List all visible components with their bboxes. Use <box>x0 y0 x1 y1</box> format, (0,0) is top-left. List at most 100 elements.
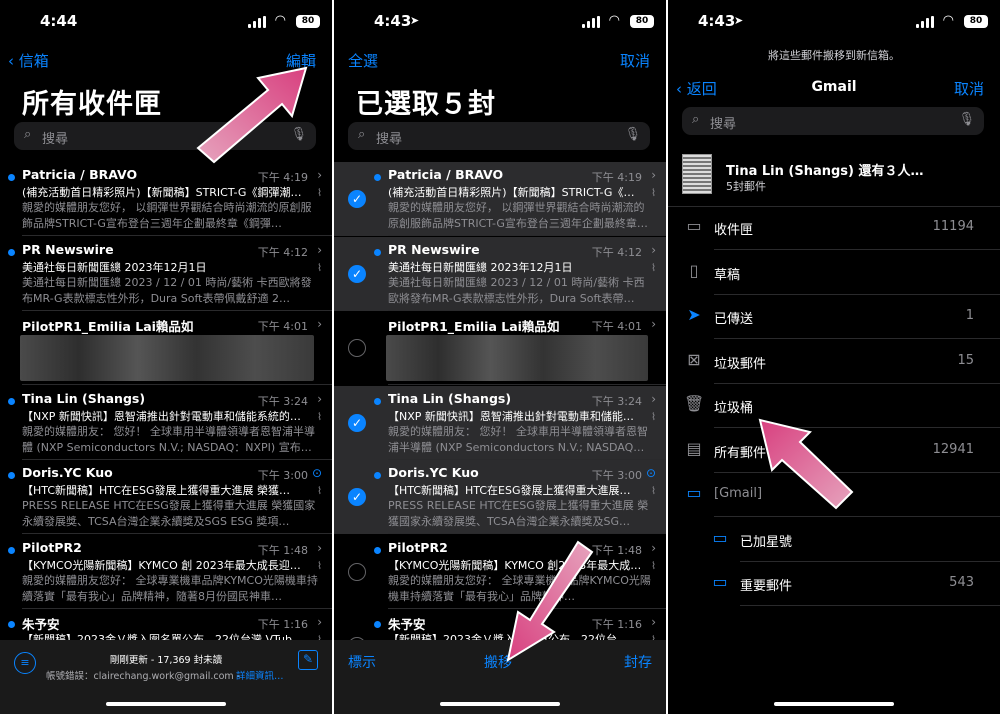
thread-from: Tina Lin (Shangs) 還有３人… <box>726 164 924 179</box>
junk-icon: ⊠ <box>687 349 701 369</box>
mail-row[interactable]: PilotPR2 下午 1:48 › 【KYMCO光陽新聞稿】KYMCO 創2023年… <box>334 535 666 609</box>
mark-button[interactable]: 標示 <box>348 652 376 672</box>
move-button[interactable]: 搬移 <box>484 652 512 672</box>
folder-item[interactable]: ▭ 已加星號 <box>668 518 1000 562</box>
mail-subject: 【NXP 新聞快訊】恩智浦推出針對電動車和儲能… <box>388 409 634 423</box>
checkmark-icon[interactable]: ✓ <box>348 190 366 208</box>
compose-icon[interactable]: ✎ <box>298 650 318 670</box>
details-link[interactable]: 詳細資訊… <box>236 668 284 682</box>
chevron-right-icon: › <box>651 242 656 257</box>
panel-inbox: 4:44 ◠ 80 ‹ 信箱 編輯 所有收件匣 ⌕ 搜尋 🎙 Patricia … <box>0 0 332 714</box>
folder-item[interactable]: ⊠ 垃圾郵件 15 <box>668 340 1000 384</box>
mail-sender: Doris.YC Kuo <box>22 465 113 480</box>
mail-sender: Doris.YC Kuo <box>388 465 479 480</box>
chevron-right-icon: › <box>651 391 656 406</box>
mail-row[interactable]: PilotPR1_Emilia Lai賴品如 下午 4:01 › <box>0 311 332 385</box>
mail-row[interactable]: ✓ Patricia / BRAVO 下午 4:19 › (補充活動首日精彩照片)【新聞… <box>334 162 666 236</box>
location-icon: ➤ <box>410 14 420 27</box>
mail-sender: PilotPR1_Emilia Lai賴品如 <box>22 319 194 334</box>
unread-dot <box>8 621 15 628</box>
chevron-right-icon: › <box>651 168 656 182</box>
battery-icon: 80 <box>964 15 988 28</box>
account-error: 帳號錯誤：clairechang.work@gmail.com - <box>46 671 241 682</box>
folder-item[interactable]: ➤ 已傳送 1 <box>668 295 1000 339</box>
attachment-icon: ⌇ <box>317 486 322 497</box>
mail-row[interactable]: ✓ Doris.YC Kuo 下午 3:00 ⊙ 【HTC新聞稿】HTC在ESG發展上獲… <box>334 460 666 534</box>
mail-preview: 美通社每日新聞匯總 2023 / 12 / 01 時尚/藝術 卡西歐將發布MR-… <box>22 275 312 305</box>
mail-sender: Patricia / BRAVO <box>22 167 138 182</box>
unread-dot <box>8 397 15 405</box>
search-input[interactable]: ⌕ 搜尋 🎙 <box>682 107 984 135</box>
edit-button[interactable]: 編輯 <box>286 50 316 71</box>
mail-subject: (補充活動首日精彩照片)【新聞稿】STRICT-G《… <box>388 186 635 199</box>
folder-item[interactable]: 🗑 垃圾桶 <box>668 384 1000 428</box>
microphone-icon[interactable]: 🎙 <box>624 127 641 142</box>
mail-row[interactable]: ✓ PR Newswire 下午 4:12 › 美通社每日新聞匯總 2023年12月1日… <box>334 236 666 311</box>
checkmark-icon[interactable]: ✓ <box>348 488 366 506</box>
cancel-button[interactable]: 取消 <box>954 78 984 99</box>
mail-preview: 親愛的媒體朋友您好： 全球專業機車品牌KYMCO光陽機車持續落實「最有我心」品牌… <box>388 573 651 603</box>
folder-count: 1 <box>965 308 974 323</box>
checkmark-icon[interactable]: ✓ <box>348 264 366 283</box>
unread-dot <box>8 174 15 181</box>
archive-button[interactable]: 封存 <box>624 652 652 672</box>
mail-row[interactable]: PR Newswire 下午 4:12 › 美通社每日新聞匯總 2023年12月1日美… <box>0 237 332 311</box>
thread-count: 5封郵件 <box>726 180 766 193</box>
status-bar: 4:43 ➤ ◠ 80 <box>334 12 666 34</box>
search-input[interactable]: ⌕ 搜尋 🎙 <box>14 122 316 150</box>
blurred-preview <box>20 335 314 381</box>
folder-item[interactable]: ▭ 重要郵件 543 <box>668 562 1000 606</box>
folder-name: 垃圾桶 <box>714 401 754 416</box>
status-time: 4:44 <box>40 12 78 30</box>
mail-row[interactable]: PilotPR1_Emilia Lai賴品如 下午 4:01 › <box>334 311 666 385</box>
mail-preview: 美通社每日新聞匯總 2023 / 12 / 01 時尚/藝術 卡西歐將發布MR-… <box>388 275 645 305</box>
unchecked-circle-icon[interactable] <box>348 562 366 581</box>
mail-row[interactable]: Patricia / BRAVO 下午 4:19 › (補充活動首日精彩照片)【新聞稿… <box>0 162 332 236</box>
microphone-icon[interactable]: 🎙 <box>290 127 307 142</box>
checkmark-icon[interactable]: ✓ <box>348 413 366 432</box>
unread-dot <box>374 546 381 554</box>
folder-count: 543 <box>949 575 974 590</box>
chevron-right-icon: › <box>651 317 656 331</box>
wifi-icon: ◠ <box>942 13 954 28</box>
select-all-button[interactable]: 全選 <box>348 50 378 71</box>
folder-item[interactable]: ▭ 收件匣 11194 <box>668 206 1000 250</box>
cancel-button[interactable]: 取消 <box>620 50 650 71</box>
mail-row[interactable]: PilotPR2 下午 1:48 › 【KYMCO光陽新聞稿】KYMCO 創 2023… <box>0 535 332 609</box>
folder-name: 已傳送 <box>714 312 754 327</box>
back-button[interactable]: ‹ 信箱 <box>8 50 49 71</box>
mail-sender: PR Newswire <box>22 241 114 257</box>
location-icon: ➤ <box>734 14 744 27</box>
home-indicator <box>106 702 226 706</box>
mail-sender: PilotPR1_Emilia Lai賴品如 <box>388 319 560 334</box>
mail-sender: Tina Lin (Shangs) <box>388 390 512 406</box>
mail-time: 下午 1:16 <box>257 618 308 631</box>
chevron-right-icon: › <box>317 615 322 629</box>
unchecked-circle-icon[interactable] <box>348 339 366 357</box>
folder-item[interactable]: ▭ [Gmail] <box>668 473 1000 517</box>
attachment-icon: ⌇ <box>317 262 322 274</box>
archive-icon: ▤ <box>686 438 702 458</box>
microphone-icon[interactable]: 🎙 <box>958 112 975 127</box>
unread-dot <box>374 472 381 479</box>
mail-time: 下午 3:00 <box>591 469 642 482</box>
panel-move: 4:43 ➤ ◠ 80 將這些郵件搬移到新信箱。 ‹ 返回 Gmail 取消 ⌕… <box>668 0 1000 714</box>
attachment-icon: ⌇ <box>651 262 656 274</box>
mail-time: 下午 4:01 <box>257 320 308 333</box>
mail-row[interactable]: ✓ Tina Lin (Shangs) 下午 3:24 › 【NXP 新聞快訊】恩智浦推… <box>334 385 666 460</box>
search-input[interactable]: ⌕ 搜尋 🎙 <box>348 122 650 150</box>
attachment-icon: ⌇ <box>651 560 656 572</box>
mail-time: 下午 1:16 <box>591 618 642 631</box>
chevron-right-icon: › <box>317 242 322 257</box>
search-placeholder: 搜尋 <box>376 132 403 147</box>
mail-row[interactable]: Tina Lin (Shangs) 下午 3:24 › 【NXP 新聞快訊】恩智浦推出… <box>0 386 332 460</box>
status-time: 4:43 <box>374 12 412 30</box>
move-hint: 將這些郵件搬移到新信箱。 <box>768 49 900 62</box>
battery-icon: 80 <box>630 15 654 28</box>
folder-item[interactable]: ▤ 所有郵件 12941 <box>668 429 1000 473</box>
sent-icon: ➤ <box>687 305 701 324</box>
mail-row[interactable]: Doris.YC Kuo 下午 3:00 ⊙ 【HTC新聞稿】HTC在ESG發展上獲得… <box>0 460 332 534</box>
mail-time: 下午 3:24 <box>257 394 308 408</box>
folder-count: 15 <box>957 352 974 368</box>
folder-item[interactable]: ▯ 草稿 <box>668 251 1000 295</box>
